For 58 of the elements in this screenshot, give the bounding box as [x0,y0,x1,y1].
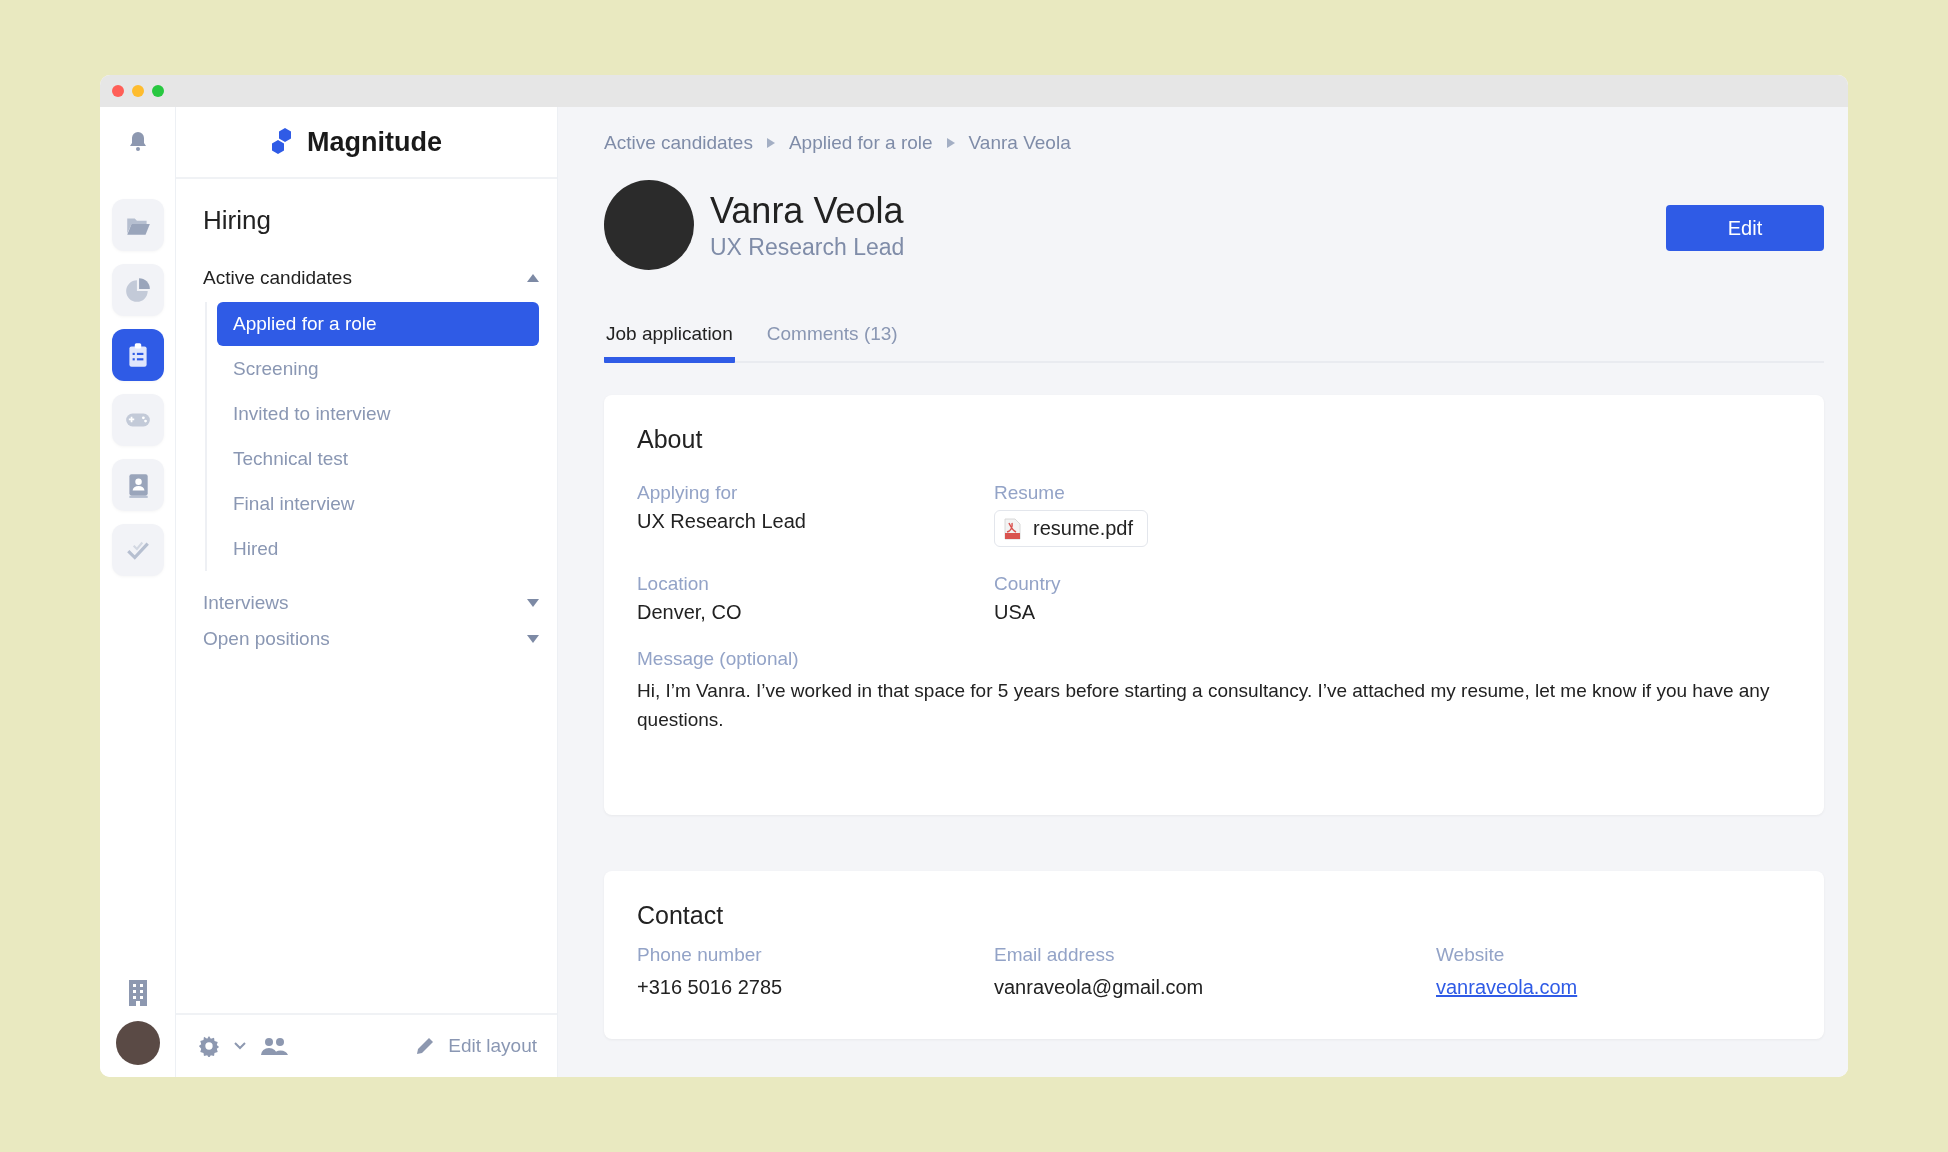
breadcrumb-link[interactable]: Active candidates [604,132,753,154]
nav-group[interactable]: Open positions [203,621,539,657]
nav-tile[interactable] [111,264,164,316]
caret-down-icon [527,599,539,607]
nav-group[interactable]: Interviews [203,585,539,621]
minimize-icon[interactable] [132,85,144,97]
tab[interactable]: Job application [604,323,735,363]
nav-tile[interactable] [111,524,164,576]
edit-button[interactable]: Edit [1666,205,1824,251]
nav-item[interactable]: Hired [217,527,539,571]
field-label: Email address [994,944,1116,966]
nav-tile[interactable] [111,459,164,511]
nav-item[interactable]: Screening [217,347,539,391]
breadcrumb-link[interactable]: Vanra Veola [968,132,1071,154]
pdf-file-icon [1003,517,1021,540]
nav-item[interactable]: Technical test [217,437,539,481]
nav-item[interactable]: Final interview [217,482,539,526]
field-value: Denver, CO [637,601,743,624]
card-title: Contact [637,901,725,930]
nav-item[interactable]: Applied for a role [217,302,539,346]
message-text: Hi, I’m Vanra. I’ve worked in that space for 5 years before starting a consultancy. I’ve attached my resume, let me know if you have any questions. [637,679,1771,732]
close-icon[interactable] [112,85,124,97]
caret-down-icon [527,635,539,643]
brand-name: Magnitude [307,126,442,158]
nav-item[interactable]: Invited to interview [217,392,539,436]
user-avatar[interactable] [115,1021,160,1065]
chevron-down-icon [234,1042,246,1050]
breadcrumb-link[interactable]: Applied for a role [788,132,933,154]
nav-tile[interactable] [111,329,164,381]
nav-group[interactable]: Active candidates [203,260,539,296]
field-value: USA [994,601,1037,624]
tab[interactable]: Comments (13) [764,323,900,363]
field-label: Message (optional) [637,648,800,670]
section-title: Hiring [203,205,272,236]
field-label: Applying for [637,482,739,504]
field-value: UX Research Lead [637,510,807,533]
nav-tile[interactable] [111,199,164,251]
card-title: About [637,425,704,454]
field-value: vanraveola@gmail.com [994,976,1205,999]
settings-icon [198,1035,220,1057]
chevron-right-icon [946,138,955,148]
field-label: Location [637,573,710,595]
people-icon [260,1036,288,1056]
field-value: +316 5016 2785 [637,976,784,999]
field-label: Phone number [637,944,763,966]
caret-up-icon [527,274,539,282]
chevron-right-icon [766,138,775,148]
nav-tile[interactable] [111,394,164,446]
field-label: Country [994,573,1062,595]
file-attachment[interactable]: resume.pdf [994,510,1149,547]
field-label: Website [1436,944,1506,966]
candidate-name: Vanra Veola [710,189,905,232]
field-label: Resume [994,482,1066,504]
edit-layout-button[interactable]: Edit layout [414,1035,537,1057]
website-link[interactable]: vanraveola.com [1436,976,1578,998]
maximize-icon[interactable] [152,85,164,97]
pie-chart-icon [123,276,152,304]
candidate-role: UX Research Lead [710,233,906,261]
